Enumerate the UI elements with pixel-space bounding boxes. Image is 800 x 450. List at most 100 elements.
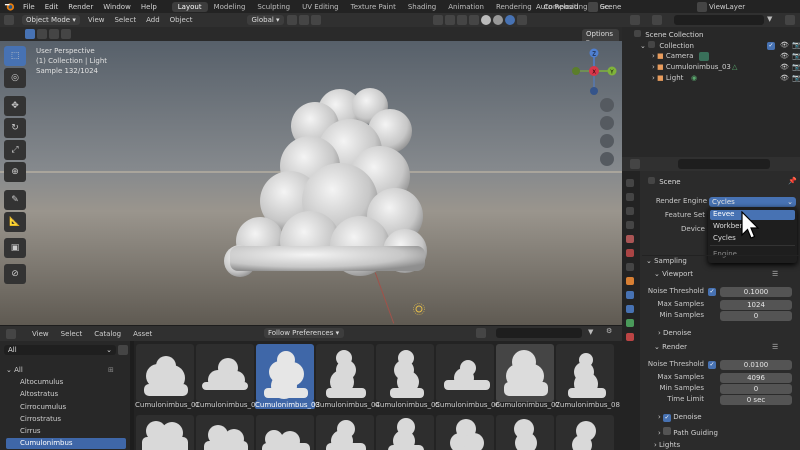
snap-icon[interactable] (298, 15, 309, 25)
tab-shading[interactable]: Shading (402, 2, 442, 12)
properties-editor-icon[interactable] (630, 159, 640, 169)
catalog-cirrus[interactable]: Cirrus (20, 427, 41, 435)
catalog-altostratus[interactable]: Altostratus (20, 390, 58, 398)
r-denoise-checkbox[interactable]: ✓ (663, 414, 672, 422)
collection-eye-icon[interactable]: 👁 (780, 41, 789, 49)
asset-label-04[interactable]: Cumulonimbus_04 (315, 401, 380, 409)
menu-render[interactable]: Render (63, 3, 98, 11)
outliner-row-cumulonimbus[interactable]: › ■ Cumulonimbus_03 △ 👁 📷 (652, 63, 800, 74)
scene-collection-row[interactable]: Scene Collection (634, 30, 703, 39)
light-expand-icon[interactable]: › (652, 74, 655, 82)
collection-tab-icon[interactable] (626, 263, 634, 271)
asset-menu-asset[interactable]: Asset (127, 330, 158, 338)
render-subpanel-header[interactable]: ⌄ Render (654, 343, 687, 351)
camera-eye-icon[interactable]: 👁 (780, 52, 789, 60)
asset-thumb-13[interactable] (376, 415, 434, 450)
vp-menu-select[interactable]: Select (109, 16, 141, 24)
pivot-icon[interactable] (286, 15, 297, 25)
tab-sculpting[interactable]: Sculpting (251, 2, 296, 12)
viewport-subpanel-header[interactable]: ⌄ Viewport (654, 270, 693, 278)
camera-render-icon[interactable]: 📷 (792, 52, 800, 60)
select-box-mode-icon[interactable] (25, 29, 35, 39)
tab-layout[interactable]: Layout (171, 1, 208, 12)
asset-thumb-12[interactable] (316, 415, 374, 450)
sampling-panel-header[interactable]: ⌄ Sampling (646, 257, 687, 265)
menu-option-cycles[interactable]: Cycles (713, 234, 736, 242)
tab-rendering[interactable]: Rendering (490, 2, 538, 12)
cursor-tool-icon[interactable]: ◎ (4, 68, 26, 88)
shading-material-icon[interactable] (492, 15, 503, 25)
editor-type-icon[interactable] (4, 15, 14, 25)
transform-orientation[interactable]: Global ▾ (247, 15, 284, 25)
camera-expand-icon[interactable]: › (652, 52, 655, 60)
refresh-library-icon[interactable] (118, 345, 128, 355)
r-min-samples-field[interactable]: 0 (720, 384, 792, 394)
catalog-cumulonimbus[interactable]: Cumulonimbus (6, 438, 126, 449)
light-render-icon[interactable]: 📷 (792, 74, 800, 82)
xray-icon[interactable] (468, 15, 479, 25)
asset-thumb-02[interactable] (196, 344, 254, 402)
tab-modeling[interactable]: Modeling (208, 2, 252, 12)
blender-logo-icon[interactable] (3, 1, 15, 13)
tab-uv-editing[interactable]: UV Editing (296, 2, 345, 12)
catalog-altocumulus[interactable]: Altocumulus (20, 378, 63, 386)
transform-tool-icon[interactable]: ⊕ (4, 162, 26, 182)
asset-search-input[interactable] (496, 328, 582, 338)
asset-label-01[interactable]: Cumulonimbus_01 (135, 401, 200, 409)
cumulonimbus-eye-icon[interactable]: 👁 (780, 63, 789, 71)
scale-tool-icon[interactable]: ⤢ (4, 140, 26, 160)
grid-ortho-icon[interactable] (600, 152, 614, 166)
scene-selector[interactable]: Scene (588, 0, 621, 13)
r-noise-threshold-checkbox[interactable]: ✓ (708, 361, 716, 369)
asset-label-03[interactable]: Cumulonimbus_03 (255, 401, 320, 409)
menu-help[interactable]: Help (136, 3, 162, 11)
navigation-gizmo[interactable]: Z Y X (570, 47, 620, 97)
view-layer-selector[interactable]: ViewLayer (697, 0, 745, 13)
add-cube-tool-icon[interactable]: ▣ (4, 238, 26, 258)
mode-selector[interactable]: Object Mode ▾ (22, 15, 80, 25)
collection-row[interactable]: ⌄ Collection ✓ 👁 📷 (640, 41, 800, 52)
outliner-search-input[interactable] (674, 15, 764, 25)
asset-editor-icon[interactable] (6, 328, 16, 339)
cumulonimbus-render-icon[interactable]: 📷 (792, 63, 800, 71)
overlay-toggle-icon[interactable] (456, 15, 467, 25)
gizmo-toggle-icon[interactable] (444, 15, 455, 25)
vp-menu-view[interactable]: View (83, 16, 110, 24)
path-guiding-checkbox[interactable] (663, 427, 672, 435)
3d-viewport[interactable]: User Perspective (1) Collection | Light … (0, 41, 622, 325)
light-object-icon[interactable] (413, 303, 425, 315)
asset-menu-select[interactable]: Select (55, 330, 89, 338)
new-collection-icon[interactable] (785, 15, 795, 25)
asset-thumb-05[interactable] (376, 344, 434, 402)
vp-max-samples-field[interactable]: 1024 (720, 300, 792, 310)
rotate-tool-icon[interactable]: ↻ (4, 118, 26, 138)
viewport-presets-icon[interactable]: ☰ (772, 270, 778, 278)
vp-min-samples-field[interactable]: 0 (720, 311, 792, 321)
asset-thumb-03[interactable] (256, 344, 314, 402)
outliner-row-light[interactable]: › ■ Light ◉ 👁 📷 (652, 74, 800, 85)
asset-settings-icon[interactable]: ⚙ (606, 327, 612, 335)
move-tool-icon[interactable]: ✥ (4, 96, 26, 116)
pin-icon[interactable]: 📌 (788, 177, 797, 185)
collection-checkbox[interactable]: ✓ (767, 42, 775, 50)
r-time-limit-field[interactable]: 0 sec (720, 395, 792, 405)
render-presets-icon[interactable]: ☰ (772, 343, 778, 351)
camera-view-icon[interactable] (600, 134, 614, 148)
add-catalog-icon[interactable]: ⊞ (108, 366, 114, 374)
display-mode-icon[interactable] (476, 328, 486, 338)
light-eye-icon[interactable]: 👁 (780, 74, 789, 82)
asset-thumb-14[interactable] (436, 415, 494, 450)
select-subtract-icon[interactable] (49, 29, 59, 39)
asset-thumb-06[interactable] (436, 344, 494, 402)
asset-thumb-11[interactable] (256, 415, 314, 450)
render-engine-dropdown[interactable]: Cycles ⌄ (709, 197, 796, 207)
r-denoise-subpanel[interactable]: › ✓ Denoise (658, 413, 702, 422)
vp-menu-object[interactable]: Object (165, 16, 198, 24)
menu-edit[interactable]: Edit (40, 3, 64, 11)
select-tool-icon[interactable]: ⬚ (4, 46, 26, 66)
menu-file[interactable]: File (18, 3, 40, 11)
asset-filter-icon[interactable]: ▼ (588, 328, 593, 336)
extra-tool-icon[interactable]: ⊘ (4, 264, 26, 284)
outliner-row-camera[interactable]: › ■ Camera 👁 📷 (652, 52, 800, 63)
proportional-edit-icon[interactable] (310, 15, 321, 25)
